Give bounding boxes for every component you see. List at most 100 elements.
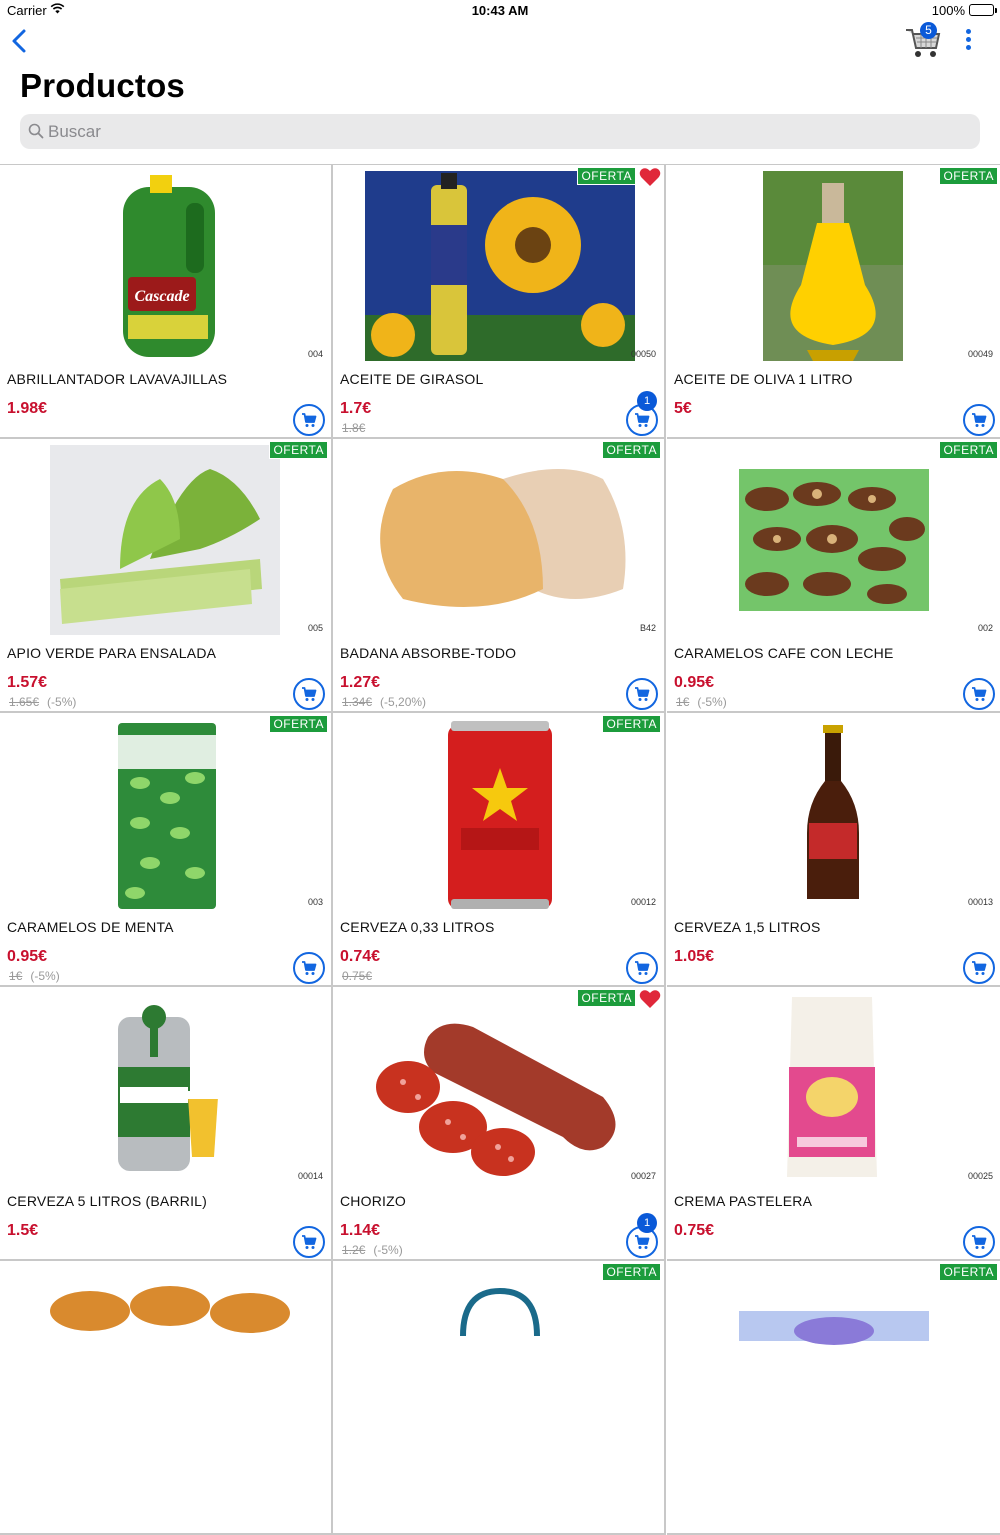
favorite-heart-icon[interactable] bbox=[639, 167, 661, 187]
add-to-cart-icon bbox=[635, 413, 650, 427]
status-bar: Carrier 10:43 AM 100% bbox=[0, 0, 1000, 22]
product-image[interactable] bbox=[333, 439, 664, 639]
product-card[interactable]: OFERTA bbox=[333, 1261, 666, 1535]
oferta-badge: OFERTA bbox=[269, 441, 328, 459]
product-name: ACEITE DE OLIVA 1 LITRO bbox=[674, 371, 853, 387]
add-to-cart-button[interactable] bbox=[293, 678, 325, 710]
product-image[interactable] bbox=[333, 713, 664, 913]
cart-button[interactable]: 5 bbox=[904, 22, 944, 60]
old-price: 1€ bbox=[9, 969, 23, 983]
discount-label: (-5%) bbox=[30, 969, 60, 983]
svg-text:Cascade: Cascade bbox=[134, 288, 189, 305]
add-to-cart-button[interactable] bbox=[626, 678, 658, 710]
add-to-cart-icon bbox=[635, 1235, 650, 1249]
product-name: CARAMELOS CAFE CON LECHE bbox=[674, 645, 894, 661]
product-image[interactable] bbox=[667, 987, 1000, 1187]
product-code: 004 bbox=[307, 349, 323, 359]
discount-label: (-5%) bbox=[47, 695, 77, 709]
old-price-row: 1€ (-5%) bbox=[9, 969, 60, 983]
product-image[interactable] bbox=[0, 713, 331, 913]
product-price: 1.14€ bbox=[340, 1222, 381, 1239]
product-code: 00025 bbox=[967, 1171, 993, 1181]
product-image[interactable] bbox=[0, 1261, 331, 1461]
search-bar[interactable] bbox=[20, 114, 980, 149]
add-to-cart-icon bbox=[972, 413, 987, 427]
oferta-badge: OFERTA bbox=[577, 167, 636, 185]
product-name: CERVEZA 1,5 LITROS bbox=[674, 919, 821, 935]
product-card[interactable]: OFERTA 003 CARAMELOS DE MENTA 0.95€ 1€ (-5%) bbox=[0, 713, 333, 987]
product-card[interactable]: OFERTA 00050 ACEITE DE GIRASOL 1.7€ 1.8€ 1 bbox=[333, 165, 666, 439]
add-to-cart-button[interactable]: 1 bbox=[626, 1213, 658, 1258]
battery-percent: 100% bbox=[931, 3, 965, 18]
product-card[interactable]: OFERTA 00027 CHORIZO 1.14€ 1.2€ (-5%) 1 bbox=[333, 987, 666, 1261]
add-to-cart-button[interactable] bbox=[963, 404, 995, 436]
product-name: APIO VERDE PARA ENSALADA bbox=[7, 645, 217, 661]
product-image[interactable] bbox=[0, 987, 331, 1187]
product-name: CARAMELOS DE MENTA bbox=[7, 919, 174, 935]
more-options-icon[interactable] bbox=[958, 28, 978, 54]
product-code: 00050 bbox=[630, 349, 656, 359]
product-image[interactable]: Cascade bbox=[0, 165, 331, 365]
product-name: ABRILLANTADOR LAVAVAJILLAS bbox=[7, 371, 228, 387]
product-code: 002 bbox=[977, 623, 993, 633]
product-card[interactable]: OFERTA 005 APIO VERDE PARA ENSALADA 1.57€ 1.… bbox=[0, 439, 333, 713]
oferta-badge: OFERTA bbox=[939, 167, 998, 185]
product-card[interactable]: OFERTA B42 BADANA ABSORBE-TODO 1.27€ 1.34€ (-… bbox=[333, 439, 666, 713]
product-image[interactable] bbox=[333, 1261, 664, 1461]
product-card[interactable]: OFERTA 00012 CERVEZA 0,33 LITROS 0.74€ 0.75€ bbox=[333, 713, 666, 987]
product-price: 1.05€ bbox=[674, 948, 715, 965]
product-code: 005 bbox=[307, 623, 323, 633]
discount-label: (-5,20%) bbox=[380, 695, 427, 709]
add-to-cart-button[interactable] bbox=[963, 952, 995, 984]
product-image[interactable] bbox=[667, 165, 1000, 365]
add-to-cart-button[interactable] bbox=[293, 1226, 325, 1258]
product-image[interactable] bbox=[667, 713, 1000, 913]
back-chevron-icon[interactable] bbox=[8, 28, 32, 54]
product-card[interactable] bbox=[0, 1261, 333, 1535]
old-price-row: 1.2€ (-5%) bbox=[342, 1243, 403, 1257]
old-price-row: 1.34€ (-5,20%) bbox=[342, 695, 426, 709]
product-code: 00013 bbox=[967, 897, 993, 907]
old-price: 1€ bbox=[676, 695, 690, 709]
search-input[interactable] bbox=[48, 114, 948, 149]
product-card[interactable]: OFERTA bbox=[667, 1261, 1000, 1535]
product-price: 1.7€ bbox=[340, 400, 372, 417]
add-to-cart-icon bbox=[972, 687, 987, 701]
product-image[interactable] bbox=[0, 439, 331, 639]
product-image[interactable] bbox=[333, 165, 664, 365]
product-name: CERVEZA 5 LITROS (BARRIL) bbox=[7, 1193, 208, 1209]
product-card[interactable]: OFERTA 002 CARAMELOS CAFE CON LECHE 0.95€ 1€… bbox=[667, 439, 1000, 713]
clock: 10:43 AM bbox=[471, 3, 529, 18]
cart-count-badge: 5 bbox=[920, 22, 937, 39]
product-price: 0.75€ bbox=[674, 1222, 715, 1239]
product-image[interactable] bbox=[333, 987, 664, 1187]
product-name: CREMA PASTELERA bbox=[674, 1193, 813, 1209]
favorite-heart-icon[interactable] bbox=[639, 989, 661, 1009]
product-card[interactable]: 00025 CREMA PASTELERA 0.75€ bbox=[667, 987, 1000, 1261]
product-price: 0.74€ bbox=[340, 948, 381, 965]
add-to-cart-button[interactable] bbox=[293, 404, 325, 436]
add-to-cart-icon bbox=[302, 961, 317, 975]
old-price: 1.65€ bbox=[9, 695, 40, 709]
product-image[interactable] bbox=[667, 1261, 1000, 1461]
add-to-cart-button[interactable] bbox=[293, 952, 325, 984]
product-card[interactable]: Cascade 004 ABRILLANTADOR LAVAVAJILLAS 1.98… bbox=[0, 165, 333, 439]
add-to-cart-button[interactable]: 1 bbox=[626, 391, 658, 436]
product-card[interactable]: OFERTA 00049 ACEITE DE OLIVA 1 LITRO 5€ bbox=[667, 165, 1000, 439]
product-code: B42 bbox=[639, 623, 656, 633]
add-to-cart-icon bbox=[302, 1235, 317, 1249]
product-code: 00049 bbox=[967, 349, 993, 359]
product-card[interactable]: 00014 CERVEZA 5 LITROS (BARRIL) 1.5€ bbox=[0, 987, 333, 1261]
oferta-badge: OFERTA bbox=[602, 715, 661, 733]
add-to-cart-icon bbox=[635, 961, 650, 975]
product-image[interactable] bbox=[667, 439, 1000, 639]
add-to-cart-button[interactable] bbox=[963, 678, 995, 710]
add-to-cart-button[interactable] bbox=[626, 952, 658, 984]
cart-qty-badge: 1 bbox=[637, 391, 657, 411]
product-grid: Cascade 004 ABRILLANTADOR LAVAVAJILLAS 1.98… bbox=[0, 164, 1000, 1535]
old-price: 1.2€ bbox=[342, 1243, 366, 1257]
cart-qty-badge: 1 bbox=[637, 1213, 657, 1233]
add-to-cart-icon bbox=[302, 413, 317, 427]
product-card[interactable]: 00013 CERVEZA 1,5 LITROS 1.05€ bbox=[667, 713, 1000, 987]
add-to-cart-button[interactable] bbox=[963, 1226, 995, 1258]
